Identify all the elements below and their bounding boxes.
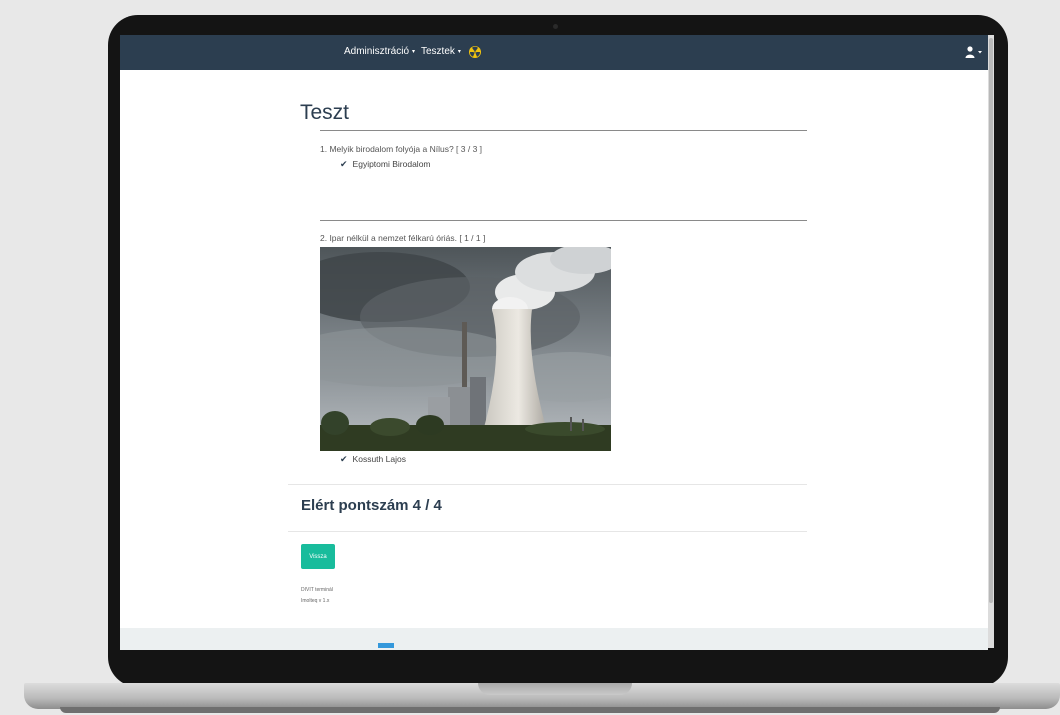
question-1-answer-label: Egyiptomi Birodalom bbox=[352, 159, 431, 169]
question-2-answer: ✔ Kossuth Lajos bbox=[340, 454, 406, 465]
check-icon: ✔ bbox=[340, 159, 348, 169]
score-divider-bottom bbox=[288, 531, 807, 532]
score-heading: Elért pontszám 4 / 4 bbox=[301, 497, 442, 514]
question-2-text: 2. Ipar nélkül a nemzet félkarú óriás. [… bbox=[320, 233, 486, 243]
chevron-down-icon bbox=[978, 51, 982, 54]
laptop-base-shadow bbox=[60, 707, 1000, 713]
footer-marker bbox=[378, 643, 394, 648]
user-icon[interactable] bbox=[964, 45, 984, 59]
back-button[interactable]: Vissza bbox=[301, 544, 335, 569]
question-2-answer-label: Kossuth Lajos bbox=[352, 454, 406, 464]
footer-line-2: Imolteq v 1.x bbox=[301, 598, 330, 604]
browser-screen: Adminisztráció ▾ Tesztek ▾ Teszt 1. Melyik… bbox=[120, 35, 988, 650]
page-footer-strip bbox=[120, 628, 988, 650]
question-divider bbox=[320, 220, 807, 221]
question-2-image bbox=[320, 247, 611, 451]
scrollbar-thumb[interactable] bbox=[989, 38, 993, 603]
radiation-icon[interactable] bbox=[469, 46, 481, 58]
chevron-down-icon: ▾ bbox=[412, 48, 416, 55]
question-1-text: 1. Melyik birodalom folyója a Nílus? [ 3… bbox=[320, 144, 483, 154]
nav-menu-admin[interactable]: Adminisztráció ▾ bbox=[344, 46, 415, 57]
nav-menu-tests-label: Tesztek bbox=[421, 46, 455, 57]
nav-menu-admin-label: Adminisztráció bbox=[344, 46, 410, 57]
navbar: Adminisztráció ▾ Tesztek ▾ bbox=[120, 35, 988, 70]
nav-menu-tests[interactable]: Tesztek ▾ bbox=[421, 46, 461, 57]
webcam bbox=[553, 24, 558, 29]
chevron-down-icon: ▾ bbox=[457, 48, 461, 55]
score-divider-top bbox=[288, 484, 807, 485]
question-1-answer: ✔ Egyiptomi Birodalom bbox=[340, 159, 431, 170]
title-divider bbox=[320, 130, 807, 131]
laptop-base-notch bbox=[478, 683, 632, 695]
page-title: Teszt bbox=[300, 101, 350, 124]
footer-line-1: DIVIT terminál bbox=[301, 587, 333, 593]
check-icon: ✔ bbox=[340, 454, 348, 464]
